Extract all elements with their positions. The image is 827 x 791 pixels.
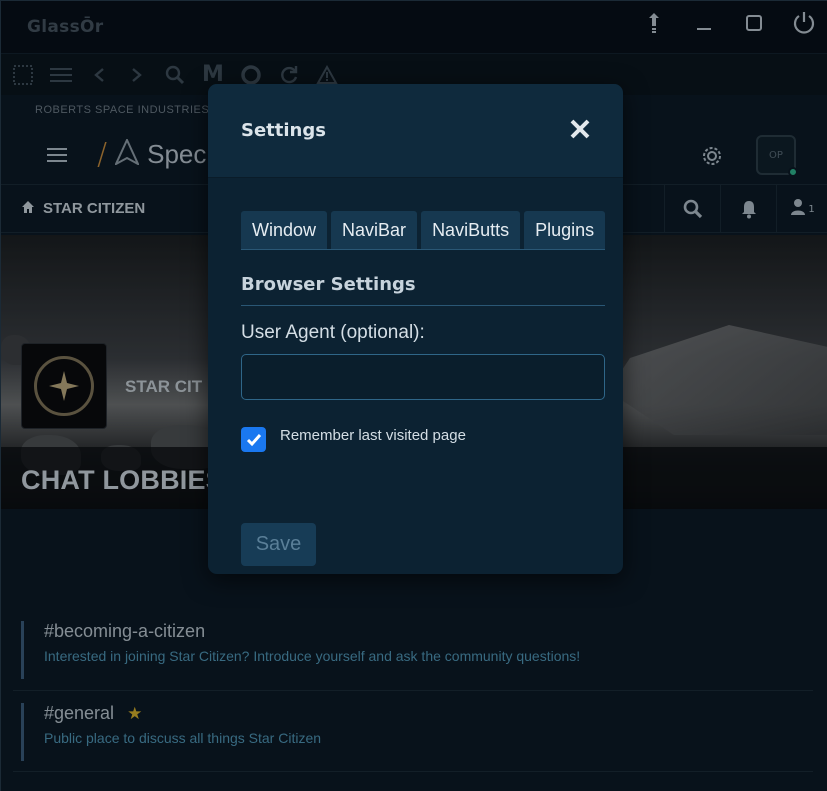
tab-plugins[interactable]: Plugins (524, 211, 606, 249)
remember-page-row: Remember last visited page (241, 427, 466, 452)
tab-window[interactable]: Window (241, 211, 328, 249)
section-divider (241, 305, 605, 306)
app-window: GlassŌr M ROBERTS SPACE INDUSTRIES® / Sp… (0, 0, 827, 791)
tab-navibutts[interactable]: NaviButts (421, 211, 521, 249)
section-title: Browser Settings (241, 274, 416, 295)
tabs-divider (241, 249, 605, 250)
user-agent-input[interactable] (241, 354, 605, 400)
settings-dialog: Settings Window NaviBar NaviButts Plugin… (208, 84, 623, 574)
user-agent-label: User Agent (optional): (241, 322, 425, 343)
close-icon[interactable] (567, 116, 593, 142)
settings-tabs: Window NaviBar NaviButts Plugins (241, 211, 623, 249)
dialog-title: Settings (241, 120, 326, 141)
save-button[interactable]: Save (241, 523, 316, 566)
remember-page-checkbox[interactable] (241, 427, 266, 452)
remember-page-label[interactable]: Remember last visited page (280, 427, 466, 444)
tab-navibar[interactable]: NaviBar (331, 211, 418, 249)
dialog-header: Settings (208, 84, 623, 178)
